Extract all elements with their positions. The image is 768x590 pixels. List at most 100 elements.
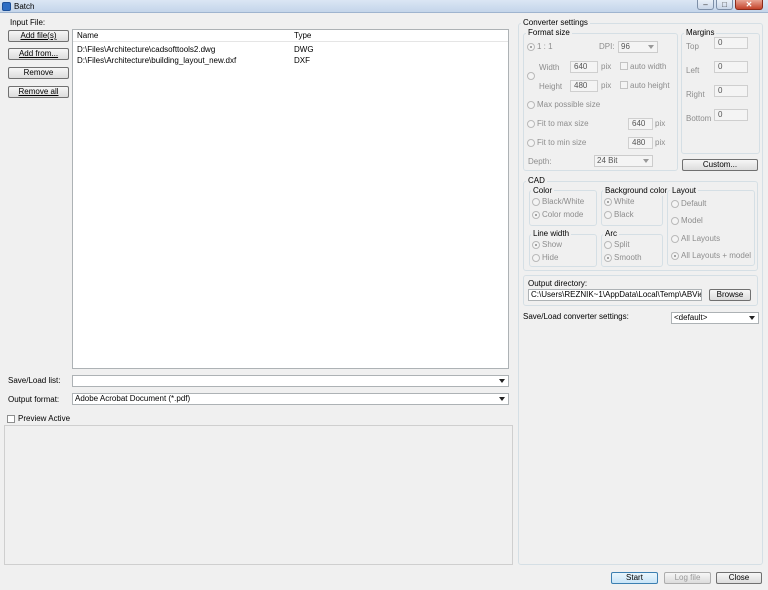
output-format-value: Adobe Acrobat Document (*.pdf) xyxy=(75,394,191,403)
margin-left-label: Left xyxy=(686,66,700,75)
cad-title: CAD xyxy=(526,176,547,186)
close-window-button[interactable]: ✕ xyxy=(735,0,763,10)
file-row-1-name[interactable]: D:\Files\Architecture\cadsofttools2.dwg xyxy=(77,45,215,55)
max-possible-label: Max possible size xyxy=(537,100,601,109)
chevron-down-icon xyxy=(648,45,654,49)
chevron-down-icon xyxy=(499,397,505,401)
line-show-radio[interactable] xyxy=(532,241,540,249)
add-files-label: Add file(s) xyxy=(20,31,57,40)
bg-white-radio[interactable] xyxy=(604,198,612,206)
add-from-label: Add from... xyxy=(18,49,59,58)
dpi-value: 96 xyxy=(621,42,630,51)
arc-split-radio[interactable] xyxy=(604,241,612,249)
file-list-header: Name Type xyxy=(73,30,508,42)
output-format-label: Output format: xyxy=(8,395,60,404)
color-title: Color xyxy=(531,186,555,196)
save-load-settings-value: <default> xyxy=(674,313,708,322)
line-show-label: Show xyxy=(542,240,563,249)
dpi-combo[interactable]: 96 xyxy=(618,41,658,53)
margin-bottom-input[interactable]: 0 xyxy=(714,109,748,121)
add-from-button[interactable]: Add from... xyxy=(8,48,69,60)
custom-label: Custom... xyxy=(702,160,738,169)
line-hide-radio[interactable] xyxy=(532,254,540,262)
line-width-title: Line width xyxy=(531,229,572,239)
column-type[interactable]: Type xyxy=(294,31,311,41)
depth-combo[interactable]: 24 Bit xyxy=(594,155,653,167)
background-color-title: Background color xyxy=(603,186,670,196)
fit-min-unit: pix xyxy=(655,138,666,147)
chevron-down-icon xyxy=(749,316,755,320)
margin-right-label: Right xyxy=(686,90,705,99)
remove-all-label: Remove all xyxy=(18,87,59,96)
margin-top-input[interactable]: 0 xyxy=(714,37,748,49)
output-directory-input[interactable]: C:\Users\REZNIK~1\AppData\Local\Temp\ABV… xyxy=(528,289,702,301)
color-mode-radio[interactable] xyxy=(532,211,540,219)
layout-default-radio[interactable] xyxy=(671,200,679,208)
bg-black-radio[interactable] xyxy=(604,211,612,219)
fit-max-radio[interactable] xyxy=(527,120,535,128)
auto-width-checkbox[interactable] xyxy=(620,62,628,70)
minimize-button[interactable]: – xyxy=(697,0,714,10)
margin-right-input[interactable]: 0 xyxy=(714,85,748,97)
close-button[interactable]: Close xyxy=(716,572,762,584)
log-file-button[interactable]: Log file xyxy=(664,572,711,584)
custom-size-radio[interactable] xyxy=(527,72,535,80)
layout-model-radio[interactable] xyxy=(671,217,679,225)
layout-default-label: Default xyxy=(681,199,707,208)
remove-label: Remove xyxy=(23,68,54,77)
save-load-list-label: Save/Load list: xyxy=(8,376,61,385)
chevron-down-icon xyxy=(499,379,505,383)
start-button[interactable]: Start xyxy=(611,572,658,584)
arc-smooth-label: Smooth xyxy=(614,253,642,262)
preview-active-checkbox[interactable] xyxy=(7,415,15,423)
column-name[interactable]: Name xyxy=(77,31,98,41)
margin-left-input[interactable]: 0 xyxy=(714,61,748,73)
chevron-down-icon xyxy=(643,159,649,163)
log-file-label: Log file xyxy=(674,573,701,582)
fit-max-label: Fit to max size xyxy=(537,119,589,128)
fit-min-radio[interactable] xyxy=(527,139,535,147)
browse-label: Browse xyxy=(716,290,744,299)
file-row-1-type[interactable]: DWG xyxy=(294,45,314,55)
max-possible-radio[interactable] xyxy=(527,101,535,109)
add-files-button[interactable]: Add file(s) xyxy=(8,30,69,42)
black-white-label: Black/White xyxy=(542,197,585,206)
dpi-label: DPI: xyxy=(599,42,615,51)
remove-all-button[interactable]: Remove all xyxy=(8,86,69,98)
fit-max-unit: pix xyxy=(655,119,666,128)
file-list[interactable]: Name Type D:\Files\Architecture\cadsoftt… xyxy=(72,29,509,369)
file-row-2-name[interactable]: D:\Files\Architecture\building_layout_ne… xyxy=(77,56,236,66)
one-to-one-radio[interactable] xyxy=(527,43,535,51)
browse-button[interactable]: Browse xyxy=(709,289,751,301)
auto-height-checkbox[interactable] xyxy=(620,81,628,89)
layout-all-model-label: All Layouts + model xyxy=(681,251,752,260)
preview-area xyxy=(4,425,513,565)
fit-min-input[interactable]: 480 xyxy=(628,137,653,149)
format-size-title: Format size xyxy=(526,28,572,38)
black-white-radio[interactable] xyxy=(532,198,540,206)
height-input[interactable]: 480 xyxy=(570,80,598,92)
remove-button[interactable]: Remove xyxy=(8,67,69,79)
output-format-combo[interactable]: Adobe Acrobat Document (*.pdf) xyxy=(72,393,509,405)
file-row-2-type[interactable]: DXF xyxy=(294,56,310,66)
margin-top-label: Top xyxy=(686,42,699,51)
depth-value: 24 Bit xyxy=(597,156,618,165)
fit-max-input[interactable]: 640 xyxy=(628,118,653,130)
layout-all-radio[interactable] xyxy=(671,235,679,243)
layout-all-model-radio[interactable] xyxy=(671,252,679,260)
width-label: Width xyxy=(539,63,560,72)
arc-smooth-radio[interactable] xyxy=(604,254,612,262)
width-unit: pix xyxy=(601,62,612,71)
title-bar: Batch – □ ✕ xyxy=(0,0,768,13)
one-to-one-label: 1 : 1 xyxy=(537,42,553,51)
arc-split-label: Split xyxy=(614,240,630,249)
line-hide-label: Hide xyxy=(542,253,559,262)
custom-button[interactable]: Custom... xyxy=(682,159,758,171)
output-directory-value: C:\Users\REZNIK~1\AppData\Local\Temp\ABV… xyxy=(531,290,702,299)
save-load-list-combo[interactable] xyxy=(72,375,509,387)
width-input[interactable]: 640 xyxy=(570,61,598,73)
maximize-button[interactable]: □ xyxy=(716,0,733,10)
save-load-settings-combo[interactable]: <default> xyxy=(671,312,759,324)
fit-min-label: Fit to min size xyxy=(537,138,587,147)
height-unit: pix xyxy=(601,81,612,90)
